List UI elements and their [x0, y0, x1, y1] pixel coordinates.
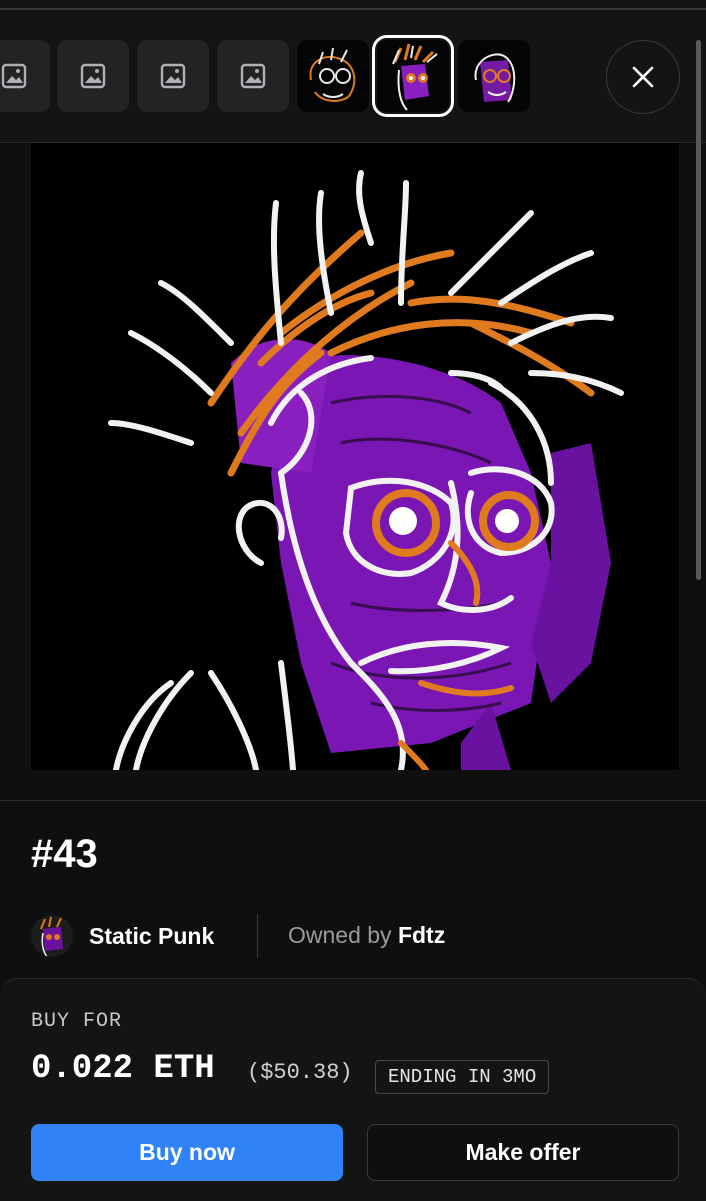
artwork-image [31, 143, 679, 770]
image-icon [160, 63, 186, 89]
item-title: #43 [31, 832, 98, 876]
owner-name[interactable]: Fdtz [398, 922, 445, 948]
thumbnail-placeholder[interactable] [57, 40, 129, 112]
ending-text: ENDING IN 3MO [388, 1066, 537, 1088]
artwork-thumbnail-image [309, 47, 356, 102]
thumbnail-placeholder[interactable] [0, 40, 50, 112]
close-button[interactable] [606, 40, 680, 114]
buy-now-button[interactable]: Buy now [31, 1124, 343, 1181]
thumbnail-placeholder[interactable] [217, 40, 289, 112]
artwork-thumbnail-image [474, 53, 516, 103]
thumbnail-artwork[interactable] [458, 40, 530, 112]
ending-badge: ENDING IN 3MO [375, 1060, 550, 1094]
image-icon [1, 63, 27, 89]
top-divider [0, 8, 706, 10]
make-offer-label: Make offer [465, 1139, 581, 1165]
buy-now-label: Buy now [139, 1139, 235, 1165]
scrollbar[interactable] [696, 40, 701, 580]
thumbnail-placeholder[interactable] [137, 40, 209, 112]
make-offer-button[interactable]: Make offer [367, 1124, 679, 1181]
media-carousel-bar [0, 0, 706, 143]
close-icon [632, 66, 654, 88]
collection-name: Static Punk [89, 922, 215, 949]
price-usd: ($50.38) [247, 1060, 353, 1085]
artwork-thumbnail-image [392, 43, 438, 111]
section-divider [0, 800, 706, 801]
owner-info[interactable]: Owned by Fdtz [288, 922, 445, 949]
image-icon [240, 63, 266, 89]
owned-by-label: Owned by [288, 922, 392, 948]
collection-link[interactable]: Static Punk [31, 914, 214, 958]
thumbnail-artwork[interactable] [297, 40, 369, 112]
price-eth: 0.022 ETH [31, 1050, 215, 1088]
image-icon [80, 63, 106, 89]
thumbnail-artwork-selected[interactable] [372, 35, 454, 117]
meta-separator [257, 914, 258, 958]
buy-for-label: BUY FOR [31, 1010, 123, 1033]
collection-avatar [31, 915, 73, 957]
